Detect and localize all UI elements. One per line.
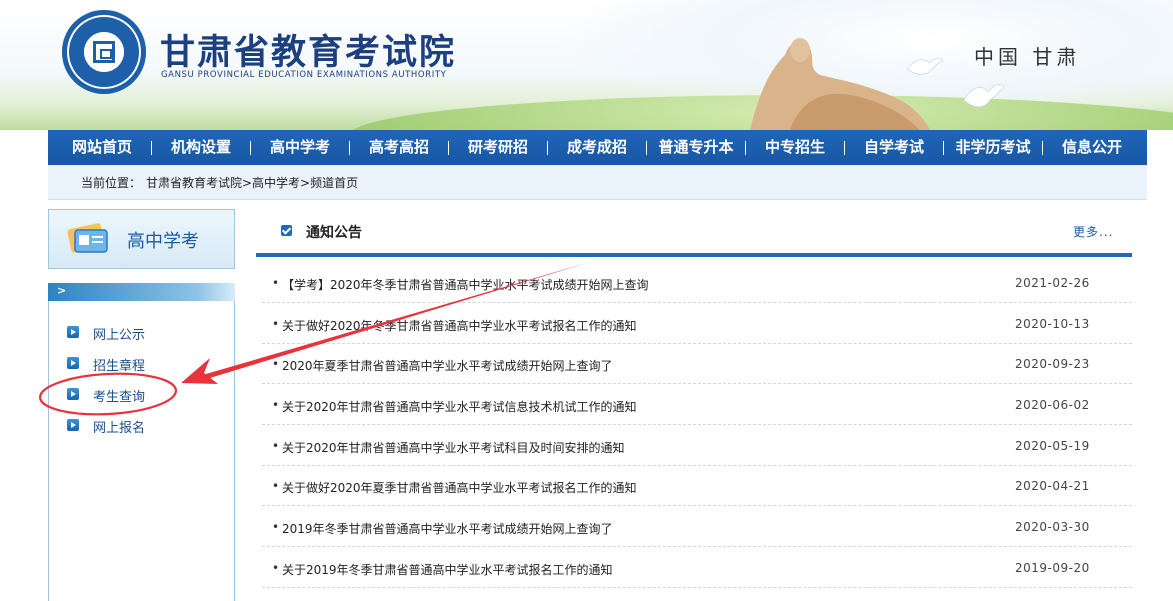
notice-link[interactable]: 【学考】2020年冬季甘肃省普通高中学业水平考试成绩开始网上查询 (282, 276, 649, 293)
sidebar-item-label: 招生章程 (93, 359, 146, 374)
nav-non-degree-exam[interactable]: 非学历考试 (947, 130, 1039, 165)
nav-high-school-exam[interactable]: 高中学考 (254, 130, 346, 165)
list-item[interactable]: • 2019年冬季甘肃省普通高中学业水平考试成绩开始网上查询了 2020-03-… (262, 506, 1132, 547)
sidebar-bar (48, 283, 235, 301)
nav-organization[interactable]: 机构设置 (155, 130, 247, 165)
nav-separator (745, 141, 746, 155)
list-item[interactable]: • 关于做好2020年夏季甘肃省普通高中学业水平考试报名工作的通知 2020-0… (262, 465, 1132, 506)
checkbox-icon (281, 225, 292, 236)
arrow-bullet-icon (67, 388, 79, 400)
arrow-bullet-icon (67, 357, 79, 369)
id-card-icon (67, 223, 108, 253)
list-item[interactable]: • 关于2020年甘肃省普通高中学业水平考试信息技术机试工作的通知 2020-0… (262, 384, 1132, 425)
sidebar-item-label: 考生查询 (93, 390, 146, 405)
nav-separator (349, 141, 350, 155)
nav-upgrade-bachelor[interactable]: 普通专升本 (650, 130, 742, 165)
nav-graduate-exam[interactable]: 研考研招 (452, 130, 544, 165)
notice-date: 2020-05-19 (1015, 439, 1090, 453)
notice-date: 2020-09-23 (1015, 357, 1090, 371)
nav-separator (943, 141, 944, 155)
chevron-right-icon: > (57, 284, 67, 297)
nav-college-entrance[interactable]: 高考高招 (353, 130, 445, 165)
nav-separator (250, 141, 251, 155)
logo-emblem-mark (93, 41, 115, 63)
list-item[interactable]: • 2020年夏季甘肃省普通高中学业水平考试成绩开始网上查询了 2020-09-… (262, 343, 1132, 384)
nav-self-study-exam[interactable]: 自学考试 (848, 130, 940, 165)
notice-date: 2020-06-02 (1015, 398, 1090, 412)
breadcrumb-label: 当前位置： (81, 176, 142, 190)
site-subtitle: GANSU PROVINCIAL EDUCATION EXAMINATIONS … (161, 70, 447, 80)
sidebar-item-label: 网上报名 (93, 421, 146, 436)
notice-date: 2020-10-13 (1015, 317, 1090, 331)
notice-link[interactable]: 2020年夏季甘肃省普通高中学业水平考试成绩开始网上查询了 (282, 357, 613, 374)
nav-separator (151, 141, 152, 155)
statue-image (750, 38, 930, 130)
bullet-icon: • (272, 561, 280, 575)
arrow-bullet-icon (67, 326, 79, 338)
notice-date: 2020-03-30 (1015, 520, 1090, 534)
bullet-icon: • (272, 317, 280, 331)
arrow-bullet-icon (67, 419, 79, 431)
site-title: 甘肃省教育考试院 (160, 32, 457, 73)
notice-link[interactable]: 2019年冬季甘肃省普通高中学业水平考试成绩开始网上查询了 (282, 520, 613, 537)
sidebar-title: 高中学考 (127, 231, 199, 252)
bullet-icon: • (272, 357, 280, 371)
bullet-icon: • (272, 276, 280, 290)
bullet-icon: • (272, 398, 280, 412)
bullet-icon: • (272, 520, 280, 534)
list-item[interactable]: • 【学考】2020年冬季甘肃省普通高中学业水平考试成绩开始网上查询 2021-… (262, 262, 1132, 303)
notice-link[interactable]: 关于2020年甘肃省普通高中学业水平考试科目及时间安排的通知 (282, 439, 625, 456)
notice-title: 通知公告 (306, 225, 362, 241)
nav-adult-exam[interactable]: 成考成招 (551, 130, 643, 165)
notice-date: 2020-04-21 (1015, 479, 1090, 493)
more-link[interactable]: 更多... (1073, 223, 1113, 240)
notice-link[interactable]: 关于做好2020年夏季甘肃省普通高中学业水平考试报名工作的通知 (282, 479, 637, 496)
list-item[interactable]: • 关于2019年冬季甘肃省普通高中学业水平考试报名工作的通知 2019-09-… (262, 547, 1132, 588)
notice-date: 2021-02-26 (1015, 276, 1090, 290)
notice-header (256, 215, 1132, 257)
list-item[interactable]: • 关于2020年甘肃省普通高中学业水平考试科目及时间安排的通知 2020-05… (262, 425, 1132, 466)
dove-icon (906, 57, 944, 75)
notice-link[interactable]: 关于2020年甘肃省普通高中学业水平考试信息技术机试工作的通知 (282, 398, 637, 415)
nav-separator (844, 141, 845, 155)
nav-secondary-vocational[interactable]: 中专招生 (749, 130, 841, 165)
nav-separator (448, 141, 449, 155)
notice-link[interactable]: 关于2019年冬季甘肃省普通高中学业水平考试报名工作的通知 (282, 561, 613, 578)
list-item[interactable]: • 关于做好2020年冬季甘肃省普通高中学业水平考试报名工作的通知 2020-1… (262, 303, 1132, 344)
sidebar-panel (48, 301, 235, 601)
bullet-icon: • (272, 439, 280, 453)
breadcrumb: 当前位置： 甘肃省教育考试院>高中学考>频道首页 (48, 165, 1147, 200)
nav-separator (547, 141, 548, 155)
bullet-icon: • (272, 479, 280, 493)
notice-link[interactable]: 关于做好2020年冬季甘肃省普通高中学业水平考试报名工作的通知 (282, 317, 637, 334)
nav-info-disclosure[interactable]: 信息公开 (1046, 130, 1138, 165)
notice-date: 2019-09-20 (1015, 561, 1090, 575)
main-nav: 网站首页 机构设置 高中学考 高考高招 研考研招 成考成招 普通专升本 中专招生… (48, 130, 1147, 165)
sidebar-item-label: 网上公示 (93, 328, 146, 343)
nav-home[interactable]: 网站首页 (56, 130, 148, 165)
nav-separator (1042, 141, 1043, 155)
breadcrumb-path[interactable]: 甘肃省教育考试院>高中学考>频道首页 (146, 174, 358, 191)
region-label: 中国 甘肃 (974, 45, 1081, 69)
nav-separator (646, 141, 647, 155)
dove-icon (963, 84, 1005, 108)
